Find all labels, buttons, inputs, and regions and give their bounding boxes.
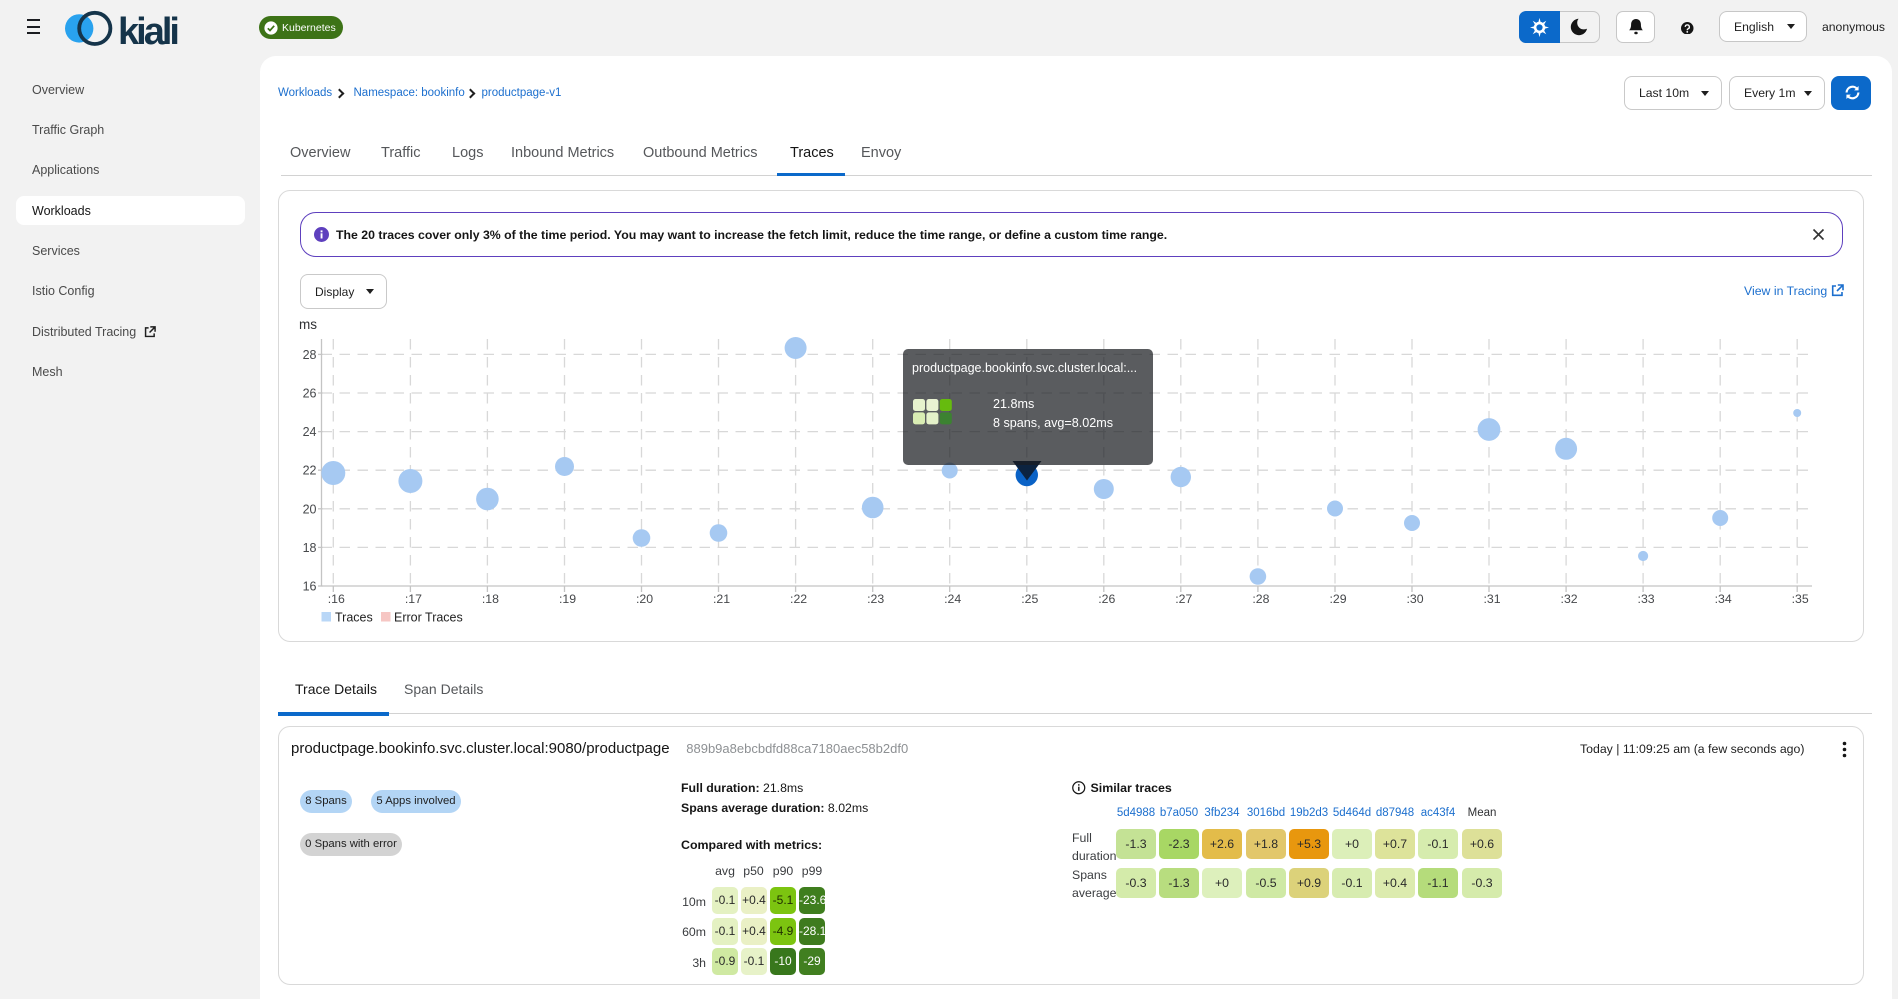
svg-text:18: 18: [303, 541, 317, 555]
svg-text:ms: ms: [299, 317, 317, 332]
svg-text:productpage.bookinfo.svc.clust: productpage.bookinfo.svc.cluster.local:.…: [912, 361, 1137, 375]
svg-text:Traces: Traces: [335, 611, 373, 625]
svg-text:28: 28: [303, 348, 317, 362]
svg-text:24: 24: [303, 425, 317, 439]
svg-text::30: :30: [1406, 592, 1423, 606]
svg-text::34: :34: [1715, 592, 1732, 606]
svg-text::23: :23: [867, 592, 884, 606]
svg-text::24: :24: [944, 592, 961, 606]
svg-text::29: :29: [1329, 592, 1346, 606]
svg-text::32: :32: [1561, 592, 1578, 606]
svg-text:8 spans, avg=8.02ms: 8 spans, avg=8.02ms: [993, 416, 1113, 430]
svg-text:22: 22: [303, 464, 317, 478]
svg-text::18: :18: [482, 592, 499, 606]
svg-text::25: :25: [1021, 592, 1038, 606]
svg-text::31: :31: [1483, 592, 1500, 606]
svg-text:16: 16: [303, 580, 317, 594]
svg-text::16: :16: [328, 592, 345, 606]
svg-text::33: :33: [1638, 592, 1655, 606]
svg-text:21.8ms: 21.8ms: [993, 397, 1034, 411]
svg-text::27: :27: [1175, 592, 1192, 606]
svg-text:20: 20: [303, 502, 317, 516]
svg-text::28: :28: [1252, 592, 1269, 606]
svg-text::22: :22: [790, 592, 807, 606]
svg-text::26: :26: [1098, 592, 1115, 606]
svg-text:Error Traces: Error Traces: [394, 611, 463, 625]
svg-text::19: :19: [559, 592, 576, 606]
svg-text::20: :20: [636, 592, 653, 606]
svg-text::21: :21: [713, 592, 730, 606]
svg-text::35: :35: [1792, 592, 1809, 606]
svg-text::17: :17: [405, 592, 422, 606]
svg-text:26: 26: [303, 387, 317, 401]
